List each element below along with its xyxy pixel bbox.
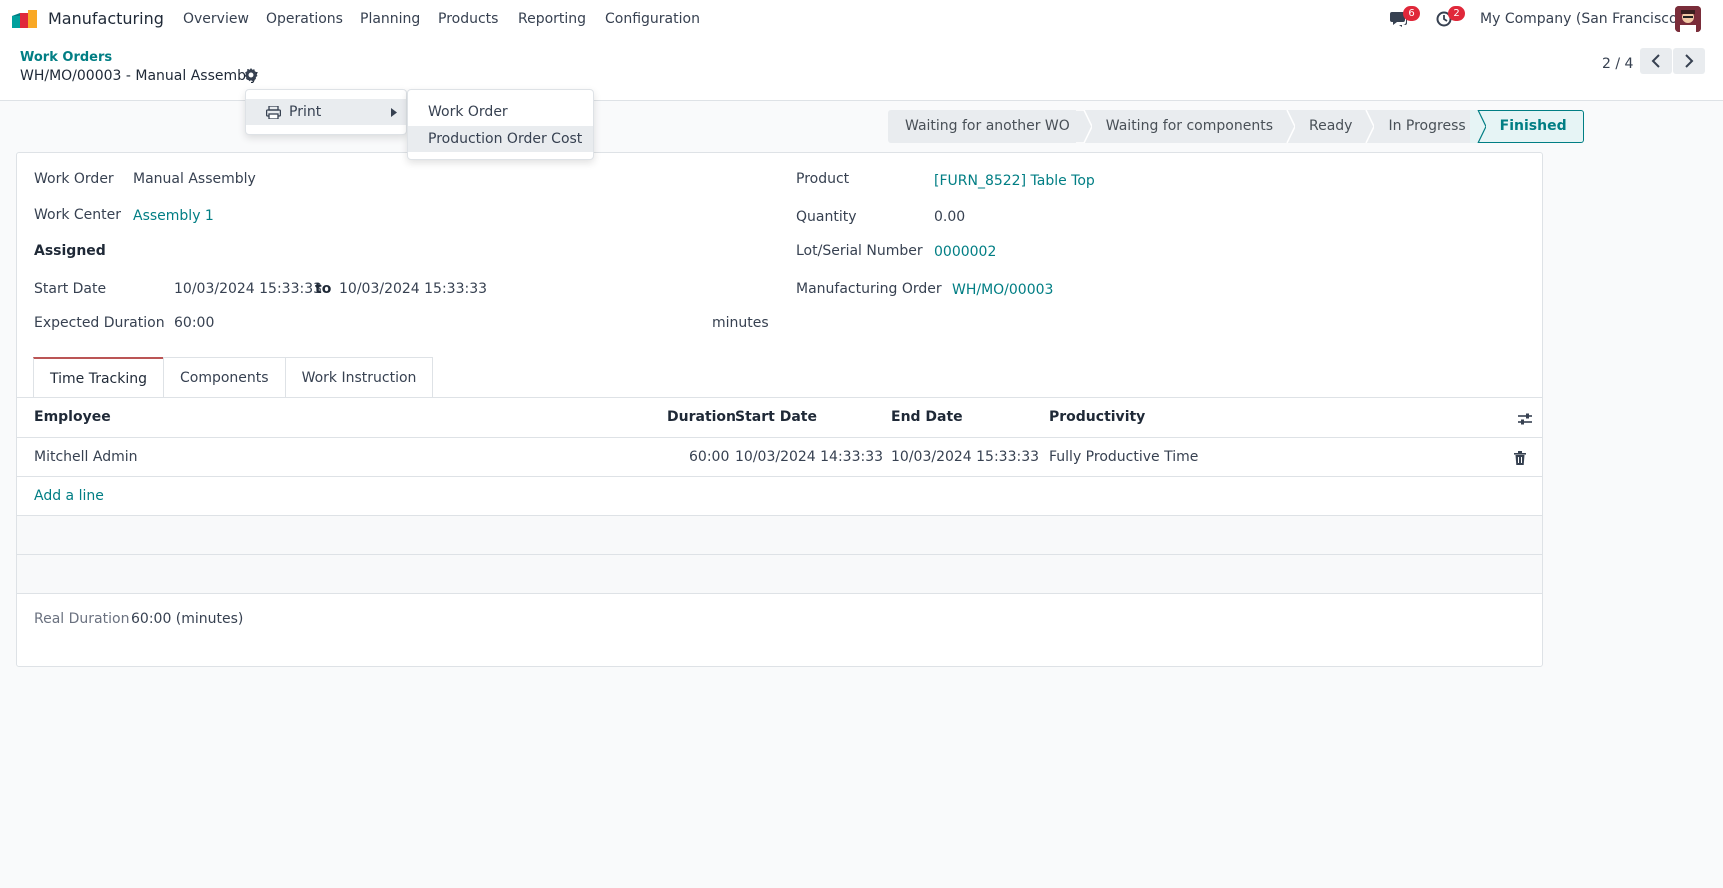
cell-employee[interactable]: Mitchell Admin xyxy=(34,449,138,465)
end-date-field[interactable]: 10/03/2024 15:33:33 xyxy=(339,281,487,297)
cell-duration[interactable]: 60:00 xyxy=(689,449,729,465)
pager-previous-button[interactable] xyxy=(1640,48,1672,74)
gear-icon[interactable] xyxy=(244,68,258,82)
start-date-label: Start Date xyxy=(34,281,107,297)
stage-in-progress[interactable]: In Progress xyxy=(1366,110,1486,143)
stage-finished[interactable]: Finished xyxy=(1477,110,1584,143)
menu-planning[interactable]: Planning xyxy=(360,11,420,27)
menu-reporting[interactable]: Reporting xyxy=(518,11,586,27)
stage-label: Waiting for another WO xyxy=(905,118,1070,134)
start-date-field[interactable]: 10/03/2024 15:33:33 xyxy=(174,281,322,297)
tab-components[interactable]: Components xyxy=(163,357,286,397)
lot-serial-link[interactable]: 0000002 xyxy=(934,244,996,260)
breadcrumb-work-orders[interactable]: Work Orders xyxy=(20,50,112,65)
product-label: Product xyxy=(796,171,850,187)
caret-right-icon xyxy=(391,108,397,117)
stage-waiting-another-wo[interactable]: Waiting for another WO xyxy=(888,110,1092,143)
product-link[interactable]: [FURN_8522] Table Top xyxy=(934,173,1095,189)
column-end-date[interactable]: End Date xyxy=(891,409,963,425)
column-settings-icon[interactable] xyxy=(1517,412,1533,426)
status-bar: Waiting for another WO Waiting for compo… xyxy=(888,110,1584,143)
cell-productivity[interactable]: Fully Productive Time xyxy=(1049,449,1198,465)
quantity-field[interactable]: 0.00 xyxy=(934,209,965,225)
stage-label: Waiting for components xyxy=(1105,118,1273,134)
activities-badge: 2 xyxy=(1448,6,1465,21)
stage-separator xyxy=(1469,110,1486,143)
action-menu: Print xyxy=(245,89,407,135)
menu-configuration[interactable]: Configuration xyxy=(605,11,700,27)
stage-separator xyxy=(1075,110,1092,143)
work-order-label: Work Order xyxy=(34,171,114,187)
add-line-link[interactable]: Add a line xyxy=(34,488,104,504)
notebook-tabs: Time Tracking Components Work Instructio… xyxy=(33,357,434,397)
pager-next-button[interactable] xyxy=(1673,48,1705,74)
stage-label: In Progress xyxy=(1388,118,1466,134)
chevron-left-icon xyxy=(1651,54,1660,68)
expected-duration-label: Expected Duration xyxy=(34,315,165,331)
stage-waiting-components[interactable]: Waiting for components xyxy=(1083,110,1295,143)
row-divider xyxy=(17,593,1542,594)
real-duration-value: 60:00 (minutes) xyxy=(131,611,244,627)
column-duration[interactable]: Duration xyxy=(667,409,736,425)
tab-divider xyxy=(17,397,1542,398)
tab-work-instruction[interactable]: Work Instruction xyxy=(284,357,434,397)
print-icon xyxy=(266,106,281,119)
menu-products[interactable]: Products xyxy=(438,11,498,27)
top-navbar: Manufacturing Overview Operations Planni… xyxy=(0,0,1723,38)
print-label: Print xyxy=(289,104,322,120)
manufacturing-order-link[interactable]: WH/MO/00003 xyxy=(952,282,1053,298)
column-productivity[interactable]: Productivity xyxy=(1049,409,1145,425)
breadcrumb-current: WH/MO/00003 - Manual Assembly xyxy=(20,68,259,84)
manufacturing-app-icon[interactable] xyxy=(12,10,40,28)
minutes-unit: minutes xyxy=(712,315,769,331)
quantity-label: Quantity xyxy=(796,209,857,225)
stage-ready[interactable]: Ready xyxy=(1286,110,1375,143)
trash-icon[interactable] xyxy=(1514,451,1526,465)
app-name[interactable]: Manufacturing xyxy=(48,9,164,28)
expected-duration-field[interactable]: 60:00 xyxy=(174,315,214,331)
work-center-label: Work Center xyxy=(34,207,122,223)
print-submenu: Work Order Production Order Cost xyxy=(407,89,594,160)
pager-value[interactable]: 2 / 4 xyxy=(1602,56,1633,72)
work-order-field[interactable]: Manual Assembly xyxy=(133,171,256,187)
chevron-right-icon xyxy=(1685,54,1694,68)
print-production-order-cost-item[interactable]: Production Order Cost xyxy=(408,126,593,152)
tab-time-tracking[interactable]: Time Tracking xyxy=(33,357,164,397)
row-divider xyxy=(17,476,1542,477)
user-avatar[interactable] xyxy=(1675,6,1701,32)
stage-label: Finished xyxy=(1499,118,1567,134)
manufacturing-order-label: Manufacturing Order xyxy=(796,281,942,297)
stage-label: Ready xyxy=(1308,118,1353,134)
column-employee[interactable]: Employee xyxy=(34,409,111,425)
menu-operations[interactable]: Operations xyxy=(266,11,343,27)
date-range-to: to xyxy=(315,281,332,297)
column-start-date[interactable]: Start Date xyxy=(735,409,817,425)
header-divider xyxy=(17,437,1542,438)
form-sheet: Work Order Manual Assembly Work Center A… xyxy=(16,152,1543,667)
print-work-order-item[interactable]: Work Order xyxy=(408,99,593,125)
stage-separator xyxy=(1358,110,1375,143)
messages-badge: 6 xyxy=(1403,6,1420,21)
lot-serial-label: Lot/Serial Number xyxy=(796,243,923,259)
stage-separator xyxy=(1278,110,1295,143)
cell-end-date[interactable]: 10/03/2024 15:33:33 xyxy=(891,449,1039,465)
print-menu-item[interactable]: Print xyxy=(246,99,406,125)
real-duration-label: Real Duration xyxy=(34,611,130,627)
company-switcher[interactable]: My Company (San Francisco) xyxy=(1480,11,1683,27)
cell-start-date[interactable]: 10/03/2024 14:33:33 xyxy=(735,449,883,465)
empty-row xyxy=(17,516,1542,554)
work-center-link[interactable]: Assembly 1 xyxy=(133,208,214,224)
assigned-label: Assigned xyxy=(34,243,106,259)
empty-row xyxy=(17,555,1542,593)
menu-overview[interactable]: Overview xyxy=(183,11,249,27)
